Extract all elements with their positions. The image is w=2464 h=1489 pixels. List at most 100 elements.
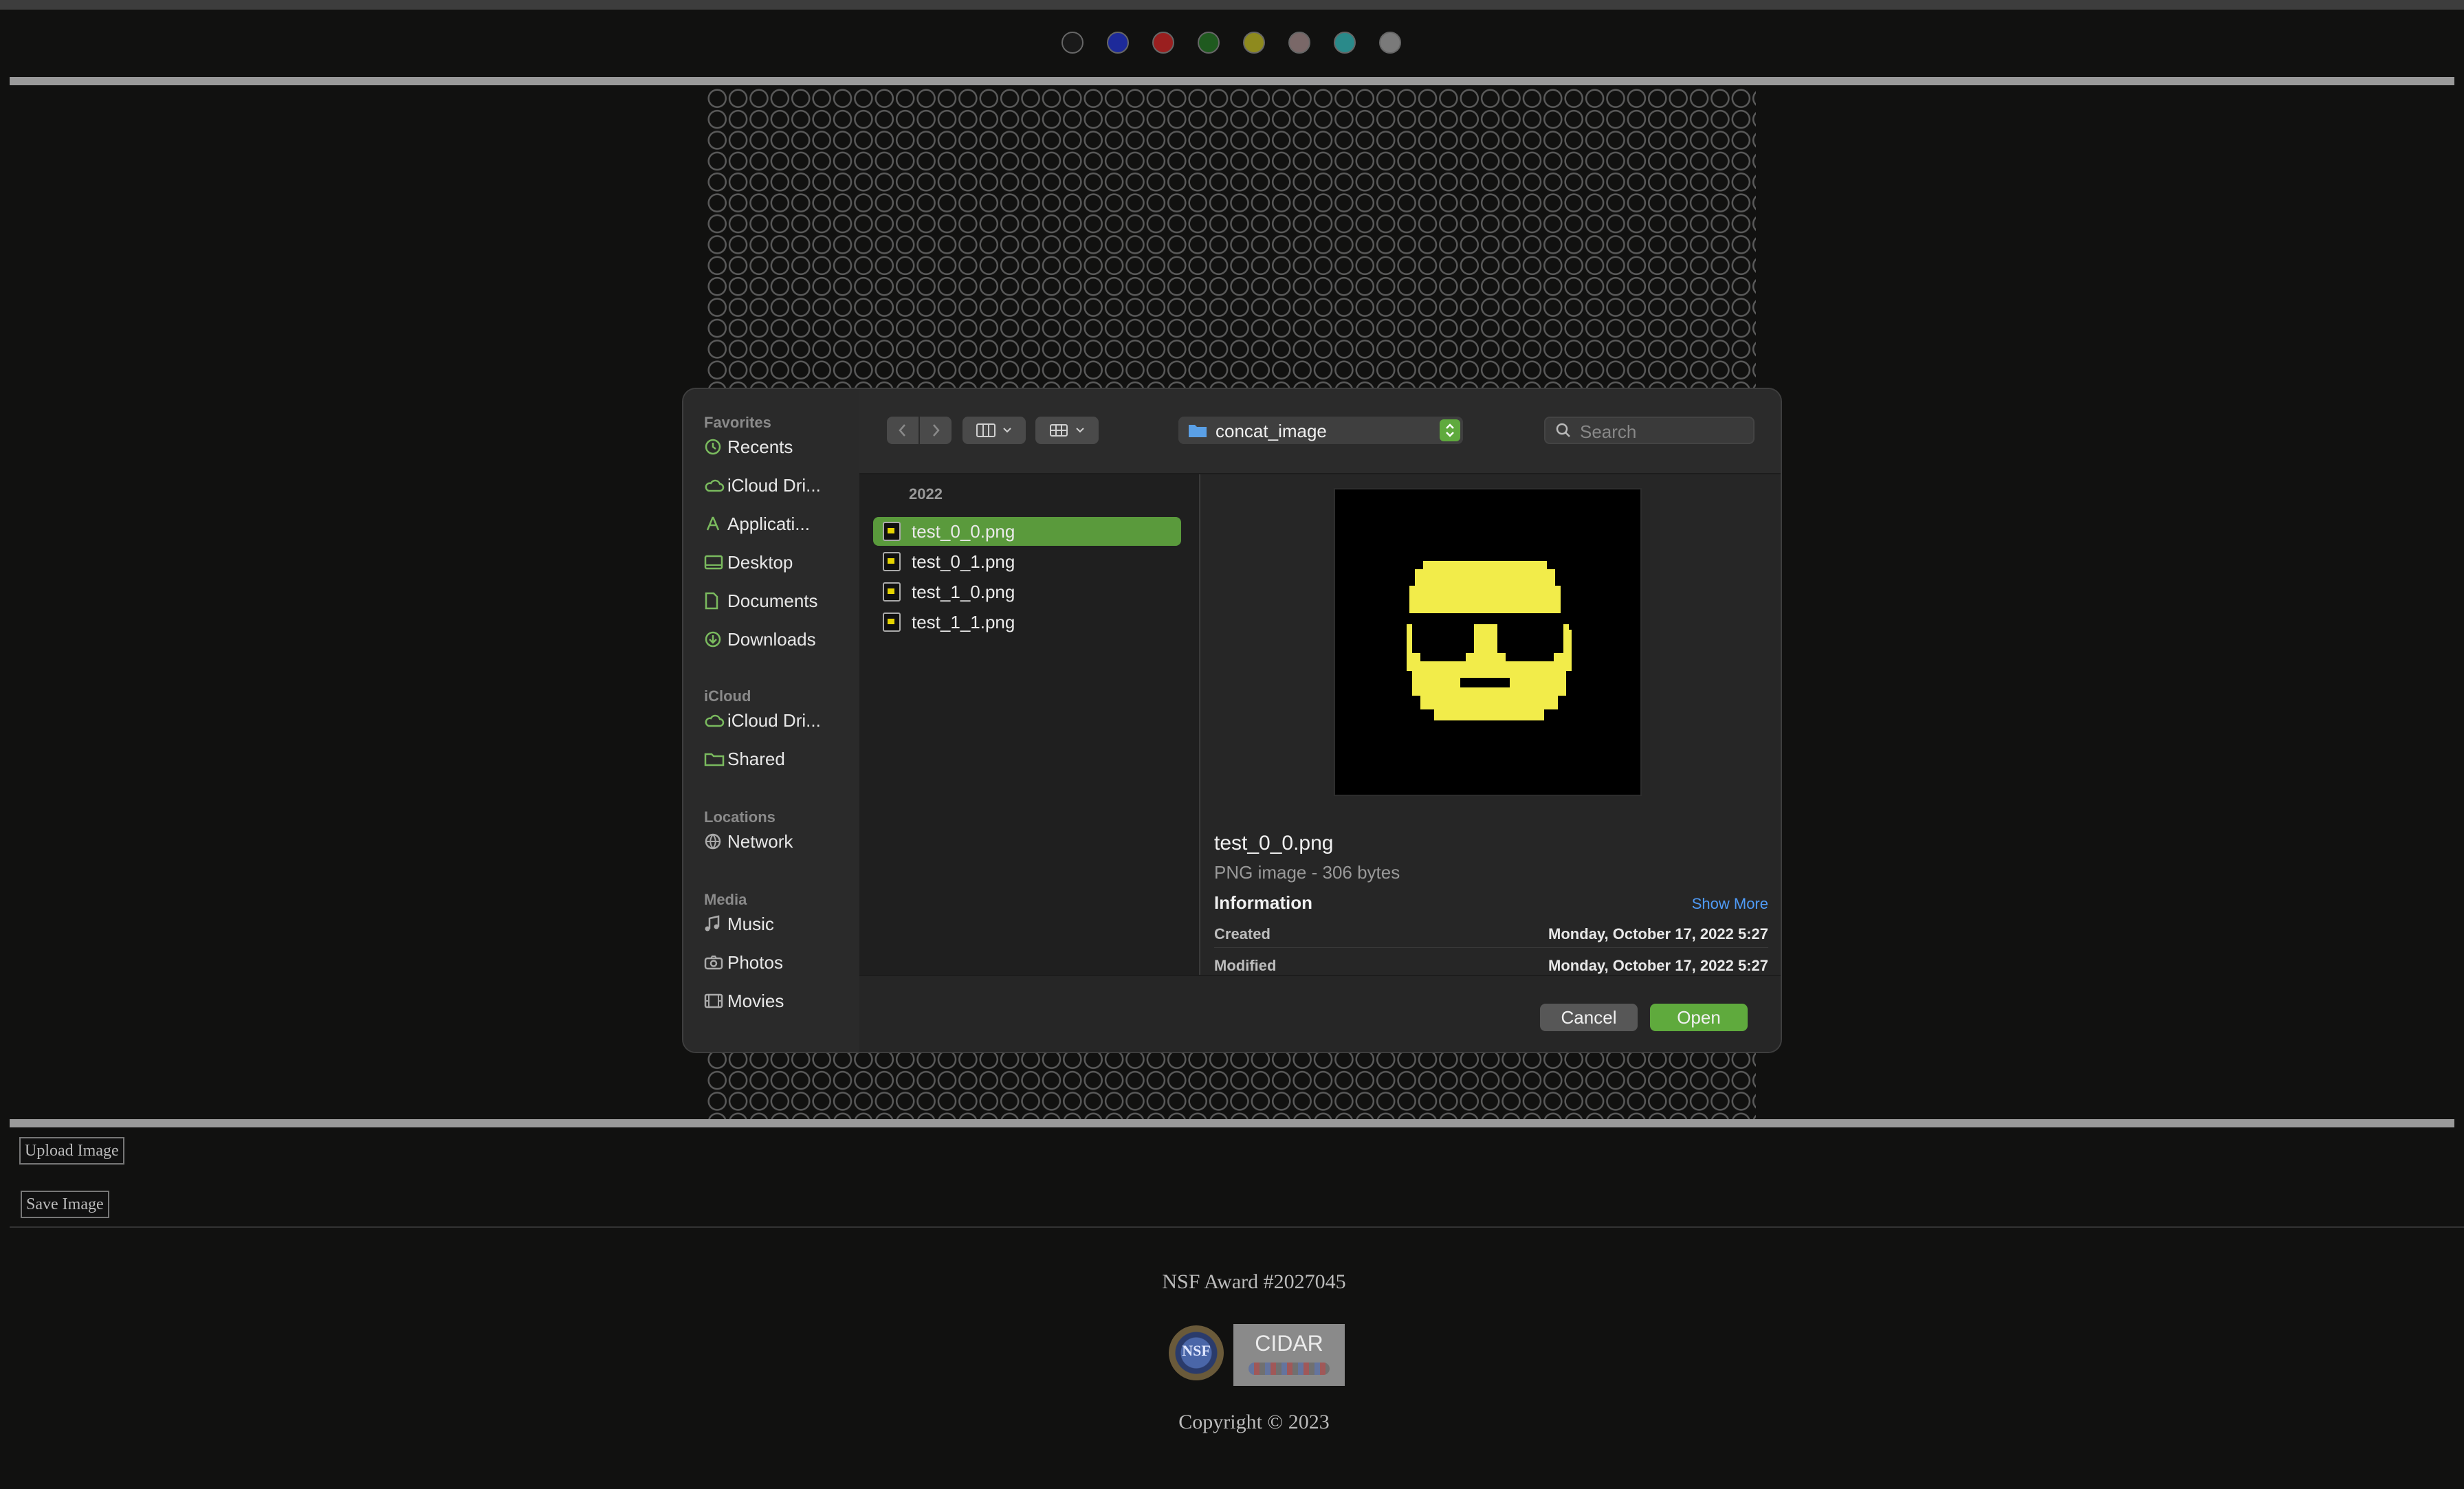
file-row[interactable]: test_0_1.png xyxy=(873,547,1181,576)
chevron-down-icon xyxy=(1076,428,1084,433)
upload-image-button[interactable]: Upload Image xyxy=(19,1137,124,1165)
chevron-down-icon xyxy=(1003,428,1011,433)
color-swatch-red[interactable] xyxy=(1152,32,1174,54)
cidar-logo: CIDAR xyxy=(1233,1324,1345,1386)
color-swatch-pink[interactable] xyxy=(1288,32,1310,54)
forward-button[interactable] xyxy=(920,417,952,444)
sidebar-item-documents[interactable]: Documents xyxy=(704,586,842,616)
color-swatch-yellow[interactable] xyxy=(1243,32,1265,54)
file-list: 2022 test_0_0.png test_0_1.png test_1_0.… xyxy=(859,474,1200,975)
file-group-header: 2022 xyxy=(909,485,943,503)
dialog-footer: Cancel Open xyxy=(859,975,1781,1052)
file-name: test_1_1.png xyxy=(912,611,1015,632)
sidebar-item-movies[interactable]: Movies xyxy=(704,986,842,1016)
file-open-dialog: Favorites Recents iCloud Dri... Applicat… xyxy=(682,388,1782,1053)
file-name: test_0_1.png xyxy=(912,551,1015,572)
pixel-face-image xyxy=(1407,561,1572,720)
top-bar xyxy=(0,0,2464,10)
search-field[interactable]: Search xyxy=(1544,417,1754,444)
folder-path-popup[interactable]: concat_image xyxy=(1178,417,1463,444)
sidebar-item-label: Photos xyxy=(727,951,783,973)
save-image-button[interactable]: Save Image xyxy=(21,1191,109,1218)
sidebar-item-label: Documents xyxy=(727,590,818,611)
sidebar-item-photos[interactable]: Photos xyxy=(704,947,842,978)
sidebar-item-network[interactable]: Network xyxy=(704,826,842,857)
sidebar-item-label: Music xyxy=(727,913,774,934)
camera-icon xyxy=(704,947,727,978)
clock-icon xyxy=(704,432,727,462)
file-name: test_0_0.png xyxy=(912,520,1015,542)
nsf-logo: NSF xyxy=(1169,1325,1224,1380)
color-swatch-blue[interactable] xyxy=(1107,32,1129,54)
color-palette xyxy=(0,32,2464,56)
png-file-icon xyxy=(883,613,901,632)
document-icon xyxy=(704,586,727,616)
info-label: Modified xyxy=(1214,957,1277,974)
sidebar-item-desktop[interactable]: Desktop xyxy=(704,547,842,577)
sidebar-item-label: Applicati... xyxy=(727,513,810,534)
folder-icon xyxy=(1189,425,1207,437)
sidebar-item-label: iCloud Dri... xyxy=(727,709,821,731)
sidebar-item-downloads[interactable]: Downloads xyxy=(704,624,842,654)
view-mode-button[interactable] xyxy=(962,417,1026,444)
applications-icon xyxy=(704,509,727,539)
network-icon xyxy=(704,826,727,857)
sidebar-item-icloud-drive-2[interactable]: iCloud Dri... xyxy=(704,705,842,736)
footer-divider xyxy=(10,1226,2464,1228)
sidebar-item-shared[interactable]: Shared xyxy=(704,744,842,774)
sidebar-item-label: Downloads xyxy=(727,628,816,650)
sidebar-item-icloud-drive[interactable]: iCloud Dri... xyxy=(704,470,842,500)
info-row-modified: Modified Monday, October 17, 2022 5:27 xyxy=(1214,954,1768,975)
desktop-icon xyxy=(704,547,727,577)
copyright-text: Copyright © 2023 xyxy=(1178,1411,1330,1433)
color-swatch-cyan[interactable] xyxy=(1334,32,1356,54)
dialog-sidebar: Favorites Recents iCloud Dri... Applicat… xyxy=(683,389,861,1052)
sidebar-item-label: Desktop xyxy=(727,551,793,573)
search-placeholder: Search xyxy=(1580,421,1637,442)
info-value: Monday, October 17, 2022 5:27 xyxy=(1548,957,1768,974)
dna-graphic xyxy=(1248,1363,1330,1375)
sidebar-item-recents[interactable]: Recents xyxy=(704,432,842,462)
columns-view-icon xyxy=(976,423,996,437)
chevron-right-icon xyxy=(933,424,940,437)
color-swatch-green[interactable] xyxy=(1198,32,1220,54)
info-row-created: Created Monday, October 17, 2022 5:27 xyxy=(1214,923,1768,948)
grid-icon xyxy=(1050,424,1068,437)
group-by-button[interactable] xyxy=(1035,417,1099,444)
color-swatch-gray[interactable] xyxy=(1379,32,1401,54)
sidebar-item-music[interactable]: Music xyxy=(704,909,842,939)
file-row[interactable]: test_1_0.png xyxy=(873,577,1181,606)
sidebar-item-label: Recents xyxy=(727,436,793,457)
cancel-button[interactable]: Cancel xyxy=(1540,1004,1638,1031)
music-icon xyxy=(704,909,727,939)
file-row-selected[interactable]: test_0_0.png xyxy=(873,517,1181,546)
cloud-icon xyxy=(704,470,727,500)
chevron-left-icon xyxy=(899,424,905,437)
download-icon xyxy=(704,624,727,654)
color-swatch-black[interactable] xyxy=(1062,32,1084,54)
folder-popup-stepper[interactable] xyxy=(1440,419,1460,441)
file-name: test_1_0.png xyxy=(912,581,1015,602)
canvas-top-divider xyxy=(10,77,2454,85)
preview-file-name: test_0_0.png xyxy=(1214,832,1334,854)
cidar-logo-text: CIDAR xyxy=(1255,1331,1323,1356)
png-file-icon xyxy=(883,552,901,571)
png-file-icon xyxy=(883,582,901,602)
sidebar-item-applications[interactable]: Applicati... xyxy=(704,509,842,539)
shared-folder-icon xyxy=(704,744,727,774)
sidebar-item-label: Movies xyxy=(727,990,784,1011)
folder-name: concat_image xyxy=(1216,421,1327,441)
sidebar-item-label: iCloud Dri... xyxy=(727,474,821,496)
open-button[interactable]: Open xyxy=(1650,1004,1748,1031)
sidebar-section-favorites: Favorites xyxy=(704,414,771,431)
file-preview-pane: test_0_0.png PNG image - 306 bytes Infor… xyxy=(1200,474,1781,975)
file-row[interactable]: test_1_1.png xyxy=(873,608,1181,637)
sidebar-item-label: Network xyxy=(727,830,793,852)
up-down-chevron-icon xyxy=(1446,423,1454,437)
award-text: NSF Award #2027045 xyxy=(1162,1270,1346,1293)
preview-thumbnail xyxy=(1334,488,1642,796)
preview-file-kind: PNG image - 306 bytes xyxy=(1214,862,1400,883)
cloud-icon xyxy=(704,705,727,736)
back-button[interactable] xyxy=(887,417,918,444)
show-more-link[interactable]: Show More xyxy=(1692,895,1768,913)
